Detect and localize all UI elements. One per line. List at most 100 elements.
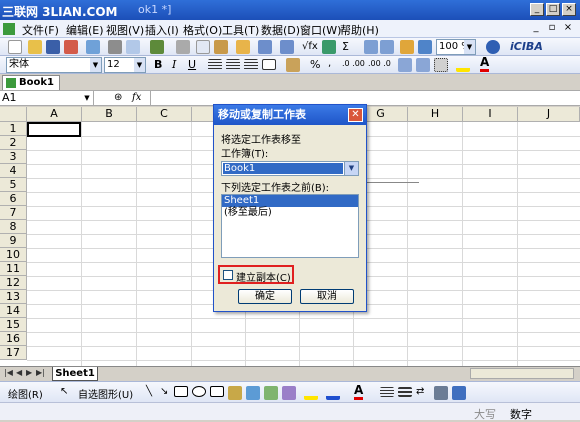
sort-descending-icon[interactable] xyxy=(380,40,394,54)
open-icon[interactable] xyxy=(28,40,42,54)
hyperlink-icon[interactable] xyxy=(322,40,336,54)
decrease-indent-icon[interactable] xyxy=(398,58,412,72)
insert-function-icon[interactable]: √fx xyxy=(302,41,318,52)
doc-minimize-icon[interactable]: _ xyxy=(530,22,542,34)
draw-menu[interactable]: 绘图(R) xyxy=(8,386,43,401)
picture-icon[interactable] xyxy=(282,386,296,400)
underline-button[interactable]: U xyxy=(188,58,196,71)
merge-center-icon[interactable] xyxy=(262,59,276,70)
row-header[interactable]: 16 xyxy=(0,332,27,346)
increase-decimal-icon[interactable]: .0 .00 xyxy=(342,59,365,68)
oval-icon[interactable] xyxy=(192,386,206,397)
workbook-select[interactable]: Book1 ▼ xyxy=(221,161,359,176)
select-all-corner[interactable] xyxy=(0,107,27,122)
menu-file[interactable]: 文件(F) xyxy=(22,22,59,38)
clipart-icon[interactable] xyxy=(264,386,278,400)
last-sheet-icon[interactable]: ▶| xyxy=(36,368,45,377)
menu-tools[interactable]: 工具(T) xyxy=(222,22,259,38)
autoshapes-menu[interactable]: 自选图形(U) xyxy=(78,386,133,401)
row-header[interactable]: 9 xyxy=(0,234,27,248)
menu-edit[interactable]: 编辑(E) xyxy=(66,22,104,38)
currency-icon[interactable] xyxy=(286,58,300,72)
italic-button[interactable]: I xyxy=(172,58,176,71)
undo-icon[interactable] xyxy=(258,40,272,54)
select-objects-icon[interactable]: ↖ xyxy=(60,386,68,397)
close-button[interactable]: × xyxy=(562,3,576,16)
row-header[interactable]: 3 xyxy=(0,150,27,164)
paste-icon[interactable] xyxy=(214,40,228,54)
first-sheet-icon[interactable]: |◀ xyxy=(4,368,13,377)
row-header[interactable]: 12 xyxy=(0,276,27,290)
iciba-logo[interactable]: iCIBA xyxy=(510,40,543,53)
align-center-icon[interactable] xyxy=(226,59,240,70)
spelling-icon[interactable] xyxy=(150,40,164,54)
cancel-button[interactable]: 取消 xyxy=(300,289,354,304)
zoom-select[interactable]: 100 % ▼ xyxy=(436,39,476,55)
fill-color-icon[interactable] xyxy=(456,58,470,72)
row-header[interactable]: 15 xyxy=(0,318,27,332)
menu-format[interactable]: 格式(O) xyxy=(183,22,222,38)
sheet-list[interactable]: Sheet1 (移至最后) xyxy=(221,194,359,258)
email-icon[interactable] xyxy=(86,40,100,54)
rectangle-icon[interactable] xyxy=(174,386,188,397)
line-style-icon[interactable] xyxy=(380,387,394,397)
row-header[interactable]: 13 xyxy=(0,290,27,304)
align-right-icon[interactable] xyxy=(244,59,258,70)
row-header[interactable]: 8 xyxy=(0,220,27,234)
menu-view[interactable]: 视图(V) xyxy=(106,22,144,38)
row-header[interactable]: 6 xyxy=(0,192,27,206)
ok-button[interactable]: 确定 xyxy=(238,289,292,304)
font-color-icon[interactable]: A xyxy=(354,384,364,400)
column-header[interactable]: H xyxy=(408,107,463,122)
decrease-decimal-icon[interactable]: .00 .0 xyxy=(368,59,391,68)
autosum-icon[interactable]: Σ xyxy=(342,40,349,53)
permission-icon[interactable] xyxy=(64,40,78,54)
bold-button[interactable]: B xyxy=(154,58,162,71)
font-size-select[interactable]: 12 ▼ xyxy=(104,57,146,73)
redo-icon[interactable] xyxy=(280,40,294,54)
help-icon[interactable] xyxy=(486,40,500,54)
copy-icon[interactable] xyxy=(196,40,210,54)
arrow-icon[interactable]: ↘ xyxy=(160,386,168,397)
line-color-icon[interactable] xyxy=(326,386,340,400)
row-header[interactable]: 7 xyxy=(0,206,27,220)
3d-icon[interactable] xyxy=(452,386,466,400)
column-header[interactable]: C xyxy=(137,107,192,122)
row-header[interactable]: 11 xyxy=(0,262,27,276)
close-icon[interactable]: ✕ xyxy=(348,108,363,122)
comma-style-icon[interactable]: , xyxy=(328,58,331,69)
create-copy-label[interactable]: 建立副本(C) xyxy=(236,269,291,284)
doc-restore-icon[interactable]: ▫ xyxy=(546,22,558,34)
workbook-tab[interactable]: Book1 * xyxy=(2,75,60,101)
sheet-tab[interactable]: Sheet1 xyxy=(52,367,98,381)
menu-window[interactable]: 窗口(W) xyxy=(300,22,341,38)
name-box[interactable]: A1 ▼ xyxy=(0,91,94,106)
menu-insert[interactable]: 插入(I) xyxy=(145,22,179,38)
zoom-formula-icon[interactable]: ⊛ xyxy=(114,92,122,103)
drawing-icon[interactable] xyxy=(418,40,432,54)
textbox-icon[interactable] xyxy=(210,386,224,397)
dash-style-icon[interactable] xyxy=(398,387,412,397)
chart-wizard-icon[interactable] xyxy=(400,40,414,54)
sort-ascending-icon[interactable] xyxy=(364,40,378,54)
row-header[interactable]: 5 xyxy=(0,178,27,192)
borders-icon[interactable] xyxy=(434,58,448,72)
row-header[interactable]: 17 xyxy=(0,346,27,360)
column-header[interactable]: B xyxy=(82,107,137,122)
font-color-icon[interactable]: A xyxy=(480,56,490,72)
row-header[interactable]: 14 xyxy=(0,304,27,318)
column-header[interactable]: A xyxy=(27,107,82,122)
increase-indent-icon[interactable] xyxy=(416,58,430,72)
align-left-icon[interactable] xyxy=(208,59,222,70)
format-painter-icon[interactable] xyxy=(236,40,250,54)
create-copy-checkbox[interactable] xyxy=(223,270,233,280)
list-item[interactable]: Sheet1 xyxy=(222,195,358,207)
percent-button[interactable]: % xyxy=(310,58,320,71)
row-header[interactable]: 2 xyxy=(0,136,27,150)
save-icon[interactable] xyxy=(46,40,60,54)
next-sheet-icon[interactable]: ▶ xyxy=(26,368,32,377)
shadow-icon[interactable] xyxy=(434,386,448,400)
minimize-button[interactable]: _ xyxy=(530,3,544,16)
column-header[interactable]: J xyxy=(518,107,580,122)
wordart-icon[interactable] xyxy=(228,386,242,400)
